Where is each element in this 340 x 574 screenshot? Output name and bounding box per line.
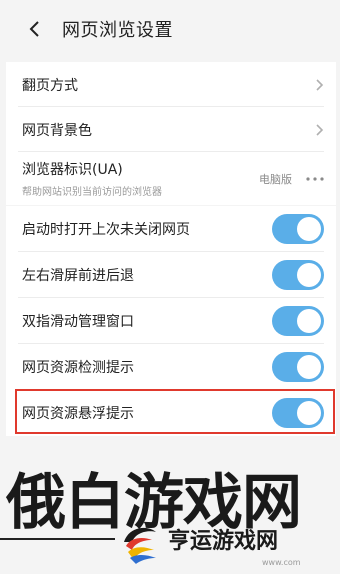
watermark-logo-icon (124, 527, 156, 564)
toggle-switch[interactable] (272, 260, 324, 290)
app-header: 网页浏览设置 (0, 0, 340, 58)
highlight-box (15, 389, 335, 434)
watermark-small-text: 亨运游戏网 (168, 528, 279, 554)
back-button[interactable] (12, 7, 56, 51)
toggle-knob (297, 355, 321, 379)
toggle-knob (297, 309, 321, 333)
setting-label: 左右滑屏前进后退 (22, 268, 134, 284)
chevron-right-icon (316, 123, 324, 136)
settings-group-display: 翻页方式 网页背景色 浏览器标识(UA) 帮助网站识别当前访问的浏览器 电脑版 (6, 62, 336, 205)
toggle-knob (297, 217, 321, 241)
setting-row-background-color[interactable]: 网页背景色 (6, 107, 336, 152)
watermark-line (0, 538, 115, 540)
ua-current-value: 电脑版 (259, 172, 292, 186)
more-dots-icon[interactable] (306, 176, 324, 181)
setting-label: 网页资源检测提示 (22, 360, 134, 376)
setting-label: 启动时打开上次未关闭网页 (22, 222, 190, 238)
toggle-switch[interactable] (272, 352, 324, 382)
setting-row-page-turn[interactable]: 翻页方式 (6, 62, 336, 107)
toggle-switch[interactable] (272, 214, 324, 244)
setting-row-swipe-navigation[interactable]: 左右滑屏前进后退 (6, 252, 336, 298)
chevron-left-icon (29, 21, 39, 37)
setting-label: 网页背景色 (22, 122, 92, 139)
setting-row-resource-detect[interactable]: 网页资源检测提示 (6, 344, 336, 390)
page-title: 网页浏览设置 (62, 20, 173, 41)
toggle-knob (297, 263, 321, 287)
ua-text-group: 浏览器标识(UA) 帮助网站识别当前访问的浏览器 (22, 159, 162, 198)
toggle-switch[interactable] (272, 306, 324, 336)
setting-row-user-agent[interactable]: 浏览器标识(UA) 帮助网站识别当前访问的浏览器 电脑版 (6, 152, 336, 205)
setting-row-restore-tabs[interactable]: 启动时打开上次未关闭网页 (6, 206, 336, 252)
setting-label: 浏览器标识(UA) (22, 162, 123, 178)
setting-row-two-finger-windows[interactable]: 双指滑动管理窗口 (6, 298, 336, 344)
watermark-url: www.com (262, 558, 301, 567)
setting-label: 翻页方式 (22, 77, 78, 94)
chevron-right-icon (316, 78, 324, 91)
setting-sublabel: 帮助网站识别当前访问的浏览器 (22, 187, 162, 198)
setting-label: 双指滑动管理窗口 (22, 314, 134, 330)
